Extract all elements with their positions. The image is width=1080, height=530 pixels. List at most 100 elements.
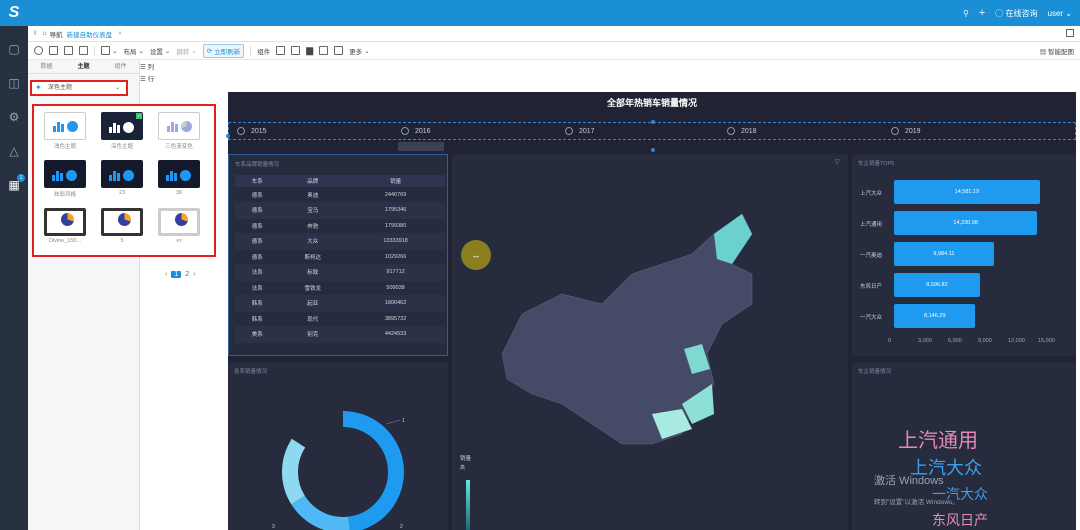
table-row[interactable]: 韩系 现代 3895732: [235, 311, 445, 327]
close-tab-icon[interactable]: ×: [118, 30, 122, 37]
table-row[interactable]: 韩系 起亚 1800462: [235, 295, 445, 312]
top5-panel[interactable]: 车企销量TOP5 上汽大众 14,581.19 上汽通用 14,330.98 一汽奥迪 9…: [852, 154, 1076, 356]
bar[interactable]: 14,581.19: [894, 180, 1040, 204]
table-panel[interactable]: 车系品牌销量情况 车系 品牌 销量 德系 奥迪 2440769 德系 宝马 1795346…: [228, 154, 448, 356]
bar[interactable]: 9,984.11: [894, 242, 994, 266]
theme-23[interactable]: [101, 160, 143, 188]
x-tick-label: 12,000: [1008, 338, 1025, 344]
bar[interactable]: 14,330.98: [894, 211, 1038, 235]
bar[interactable]: 8,596.82: [894, 273, 980, 297]
year-option[interactable]: 2015: [237, 127, 267, 135]
panel-title: 车企销量TOP5: [858, 161, 895, 167]
year-option[interactable]: 2019: [891, 127, 921, 135]
tab-theme[interactable]: 主题: [65, 60, 102, 73]
crosstab-icon[interactable]: [291, 46, 301, 55]
selection-handle[interactable]: [651, 148, 655, 152]
theme-label: 三色渐变色: [165, 144, 193, 150]
tab-component[interactable]: 组件: [102, 60, 139, 73]
selection-handle[interactable]: [651, 120, 655, 124]
dashboard-icon[interactable]: ▦ 1: [6, 174, 25, 192]
table-row[interactable]: 法系 雪铁龙 509038: [235, 280, 445, 296]
theme-5[interactable]: [101, 208, 143, 236]
theme-divine[interactable]: [44, 208, 86, 236]
preview-icon[interactable]: [79, 46, 88, 55]
theme-colorful[interactable]: [44, 160, 86, 188]
next-page-icon[interactable]: ›: [193, 271, 195, 278]
map-panel[interactable]: ▽: [452, 154, 848, 530]
more-button[interactable]: 更多 ⌄: [349, 46, 369, 56]
year-option[interactable]: 2018: [727, 127, 757, 135]
theme-light[interactable]: [44, 112, 86, 140]
save-as-icon[interactable]: [64, 46, 73, 55]
column-header[interactable]: 销量: [346, 175, 445, 187]
layout-button[interactable]: 布局 ⌄: [123, 46, 143, 56]
theme-gradient[interactable]: [158, 112, 200, 140]
table-icon[interactable]: [276, 46, 286, 55]
refresh-button[interactable]: ⟳ 立即刷新: [202, 43, 245, 58]
donut-label: 3: [272, 524, 275, 530]
table-row[interactable]: 德系 大众 13333918: [235, 233, 445, 250]
column-option[interactable]: ☰ 列: [140, 62, 170, 74]
undo-icon[interactable]: [34, 46, 43, 55]
year-option[interactable]: 2016: [401, 127, 431, 135]
analysis-icon[interactable]: ⚙: [6, 110, 22, 124]
bars-icon: [109, 123, 120, 133]
table-row[interactable]: 德系 奥迪 2440769: [235, 187, 445, 203]
tab-dashboard[interactable]: 新建自助仪表盘: [67, 29, 113, 39]
prev-page-icon[interactable]: ‹: [165, 271, 167, 278]
table-row[interactable]: 法系 标致 917712: [235, 264, 445, 281]
monitor-icon[interactable]: ▢: [6, 42, 22, 56]
settings-button[interactable]: 设置 ⌄: [150, 46, 170, 56]
year-option[interactable]: 2017: [565, 127, 595, 135]
table-row[interactable]: 德系 宝马 1795346: [235, 202, 445, 219]
divider: [94, 45, 95, 56]
map-legend-bar[interactable]: [466, 480, 470, 530]
bar[interactable]: 8,146.29: [894, 304, 976, 328]
bar-chart-icon[interactable]: ▆: [306, 45, 313, 56]
image-icon[interactable]: [334, 46, 344, 55]
tab-data[interactable]: 数据: [28, 60, 65, 73]
donut-leader-line: [385, 419, 401, 425]
jump-button[interactable]: 跳转 ⌄: [176, 46, 196, 56]
user-menu[interactable]: user ⌄: [1048, 9, 1073, 18]
wordcloud-panel[interactable]: 车企销量情况 上汽通用 上汽大众 一汽大众 东风日产 激活 Windows 转到…: [852, 362, 1076, 530]
search-icon[interactable]: ⚲: [963, 9, 969, 18]
theme-dark[interactable]: ✓: [101, 112, 143, 140]
column-header[interactable]: 车系: [235, 175, 280, 187]
panel-controls[interactable]: [398, 142, 444, 151]
theme-select[interactable]: ✦ 深色主题 ⌄: [30, 80, 128, 96]
database-icon[interactable]: ◫: [6, 76, 22, 90]
donut-panel[interactable]: 各系销量情况 1 2 3: [228, 362, 448, 530]
page-2[interactable]: 2: [185, 271, 189, 278]
dashboard-title: 全部年热销车销量情况: [606, 98, 697, 108]
maximize-icon[interactable]: [1066, 29, 1074, 37]
nav-tab[interactable]: 导航: [50, 29, 63, 39]
notification-badge: 1: [17, 174, 25, 182]
divider: [250, 45, 252, 56]
theme-label: 浅色主题: [53, 144, 76, 150]
table-cell: 德系: [235, 218, 280, 234]
consult-button[interactable]: ◯ 在线咨询: [995, 8, 1037, 19]
x-tick-label: 3,000: [918, 338, 932, 344]
chart-line-icon[interactable]: △: [6, 144, 22, 158]
smart-chart-button[interactable]: ▦ 智能配图: [1040, 46, 1074, 56]
text-icon[interactable]: [319, 46, 329, 55]
row-option[interactable]: ☰ 行: [140, 74, 170, 86]
table-row[interactable]: 德系 斯柯达 1029266: [235, 249, 445, 265]
column-header[interactable]: 品牌: [279, 175, 347, 187]
selection-handle[interactable]: [226, 134, 230, 138]
theme-label: 5: [120, 238, 124, 244]
table-cell: 雪铁龙: [279, 280, 347, 296]
screen-button[interactable]: ⌄: [101, 46, 117, 55]
theme-er[interactable]: [158, 208, 200, 236]
page-1[interactable]: 1: [171, 271, 182, 278]
theme-36[interactable]: [158, 160, 200, 188]
save-icon[interactable]: [49, 46, 58, 55]
table-row[interactable]: 美系 别克 4424533: [235, 326, 445, 343]
map-land: [501, 213, 753, 445]
home-icon[interactable]: ⌂: [43, 30, 47, 37]
collapse-icon[interactable]: ‖: [34, 30, 37, 37]
table-row[interactable]: 德系 奔驰 1799380: [235, 218, 445, 234]
year-filter[interactable]: 2015 2016 2017 2018 2019: [228, 122, 1076, 140]
add-icon[interactable]: +: [979, 7, 985, 19]
